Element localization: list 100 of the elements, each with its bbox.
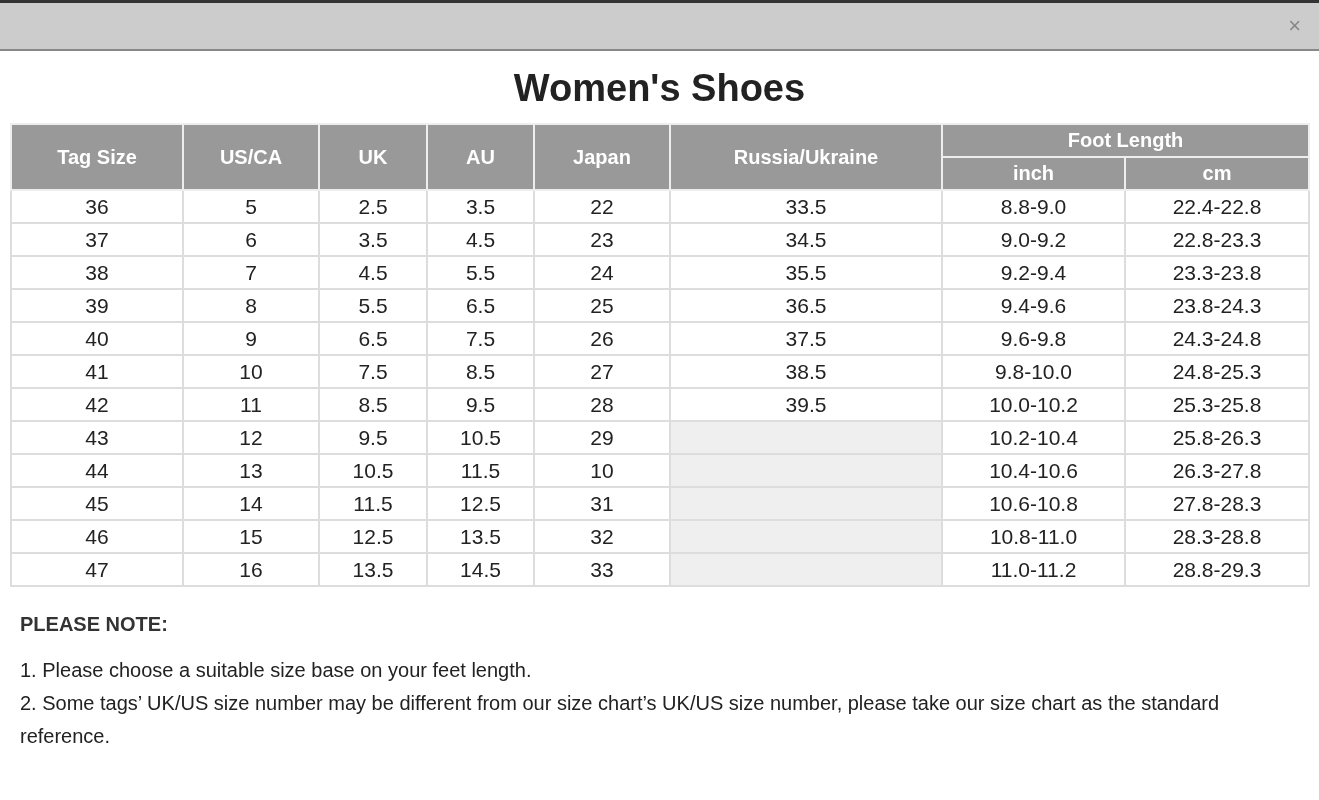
table-cell: 31	[534, 487, 670, 520]
table-cell: 10.6-10.8	[942, 487, 1125, 520]
column-header: Tag Size	[11, 124, 183, 190]
table-cell: 8.5	[427, 355, 534, 388]
table-cell: 4.5	[319, 256, 427, 289]
table-cell: 29	[534, 421, 670, 454]
table-cell: 23	[534, 223, 670, 256]
table-cell: 39	[11, 289, 183, 322]
table-cell: 28.3-28.8	[1125, 520, 1309, 553]
table-cell: 5.5	[427, 256, 534, 289]
table-cell: 39.5	[670, 388, 942, 421]
table-cell: 11.5	[319, 487, 427, 520]
table-cell: 37	[11, 223, 183, 256]
table-cell: 8.8-9.0	[942, 190, 1125, 223]
table-cell: 11.5	[427, 454, 534, 487]
table-cell: 10.4-10.6	[942, 454, 1125, 487]
table-cell: 47	[11, 553, 183, 586]
table-cell: 12	[183, 421, 319, 454]
table-cell: 9.2-9.4	[942, 256, 1125, 289]
table-cell: 9.5	[427, 388, 534, 421]
column-header: cm	[1125, 157, 1309, 190]
column-header: US/CA	[183, 124, 319, 190]
table-cell: 38	[11, 256, 183, 289]
table-cell: 10	[534, 454, 670, 487]
table-cell: 14.5	[427, 553, 534, 586]
table-cell: 6	[183, 223, 319, 256]
column-header: inch	[942, 157, 1125, 190]
table-cell: 46	[11, 520, 183, 553]
table-cell: 6.5	[319, 322, 427, 355]
table-cell: 15	[183, 520, 319, 553]
note-text: 1. Please choose a suitable size base on your feet length.	[20, 658, 533, 683]
table-cell: 6.5	[427, 289, 534, 322]
chart-title: Women's Shoes	[512, 66, 807, 111]
table-cell: 7	[183, 256, 319, 289]
table-cell: 12.5	[319, 520, 427, 553]
column-header: UK	[319, 124, 427, 190]
table-cell: 33.5	[670, 190, 942, 223]
table-cell: 13	[183, 454, 319, 487]
table-cell: 5	[183, 190, 319, 223]
table-cell: 28	[534, 388, 670, 421]
table-cell: 26.3-27.8	[1125, 454, 1309, 487]
table-cell: 22	[534, 190, 670, 223]
table-cell: 22.8-23.3	[1125, 223, 1309, 256]
table-cell: 3.5	[319, 223, 427, 256]
table-cell: 26	[534, 322, 670, 355]
table-cell: 35.5	[670, 256, 942, 289]
column-group-header: Foot Length	[942, 124, 1309, 157]
table-cell: 44	[11, 454, 183, 487]
table-cell: 27.8-28.3	[1125, 487, 1309, 520]
table-cell: 11	[183, 388, 319, 421]
table-cell: 9	[183, 322, 319, 355]
table-cell: 9.8-10.0	[942, 355, 1125, 388]
table-cell: 2.5	[319, 190, 427, 223]
table-cell: 3.5	[427, 190, 534, 223]
close-button[interactable]: ×	[1284, 13, 1305, 39]
table-cell: 5.5	[319, 289, 427, 322]
table-cell: 13.5	[319, 553, 427, 586]
note-text: 2. Some tags’ UK/US size number may be different from our size chart’s UK/US size number, please take our size chart as the standard reference.	[20, 691, 1221, 749]
table-cell: 32	[534, 520, 670, 553]
table-cell: 23.3-23.8	[1125, 256, 1309, 289]
table-cell: 25.3-25.8	[1125, 388, 1309, 421]
table-cell: 4.5	[427, 223, 534, 256]
table-cell: 42	[11, 388, 183, 421]
table-cell: 10	[183, 355, 319, 388]
table-cell: 40	[11, 322, 183, 355]
table-cell: 10.8-11.0	[942, 520, 1125, 553]
table-cell: 14	[183, 487, 319, 520]
table-cell: 45	[11, 487, 183, 520]
table-cell: 27	[534, 355, 670, 388]
table-cell: 23.8-24.3	[1125, 289, 1309, 322]
table-cell: 10.5	[319, 454, 427, 487]
table-cell: 7.5	[319, 355, 427, 388]
table-cell: 36.5	[670, 289, 942, 322]
note-heading: PLEASE NOTE:	[20, 613, 169, 636]
table-cell: 24	[534, 256, 670, 289]
table-cell: 9.4-9.6	[942, 289, 1125, 322]
table-cell: 34.5	[670, 223, 942, 256]
table-cell: 41	[11, 355, 183, 388]
table-cell: 10.0-10.2	[942, 388, 1125, 421]
table-cell: 38.5	[670, 355, 942, 388]
table-cell: 10.5	[427, 421, 534, 454]
table-cell: 9.6-9.8	[942, 322, 1125, 355]
column-header: Japan	[534, 124, 670, 190]
table-cell: 7.5	[427, 322, 534, 355]
table-cell: 25	[534, 289, 670, 322]
table-cell: 9.5	[319, 421, 427, 454]
table-cell: 24.3-24.8	[1125, 322, 1309, 355]
table-cell: 8	[183, 289, 319, 322]
table-cell: 36	[11, 190, 183, 223]
table-cell: 37.5	[670, 322, 942, 355]
table-cell: 28.8-29.3	[1125, 553, 1309, 586]
table-cell: 13.5	[427, 520, 534, 553]
table-cell: 10.2-10.4	[942, 421, 1125, 454]
column-header: Russia/Ukraine	[670, 124, 942, 190]
table-cell: 24.8-25.3	[1125, 355, 1309, 388]
table-cell: 11.0-11.2	[942, 553, 1125, 586]
table-cell: 9.0-9.2	[942, 223, 1125, 256]
table-cell: 12.5	[427, 487, 534, 520]
table-cell: 22.4-22.8	[1125, 190, 1309, 223]
table-cell: 16	[183, 553, 319, 586]
